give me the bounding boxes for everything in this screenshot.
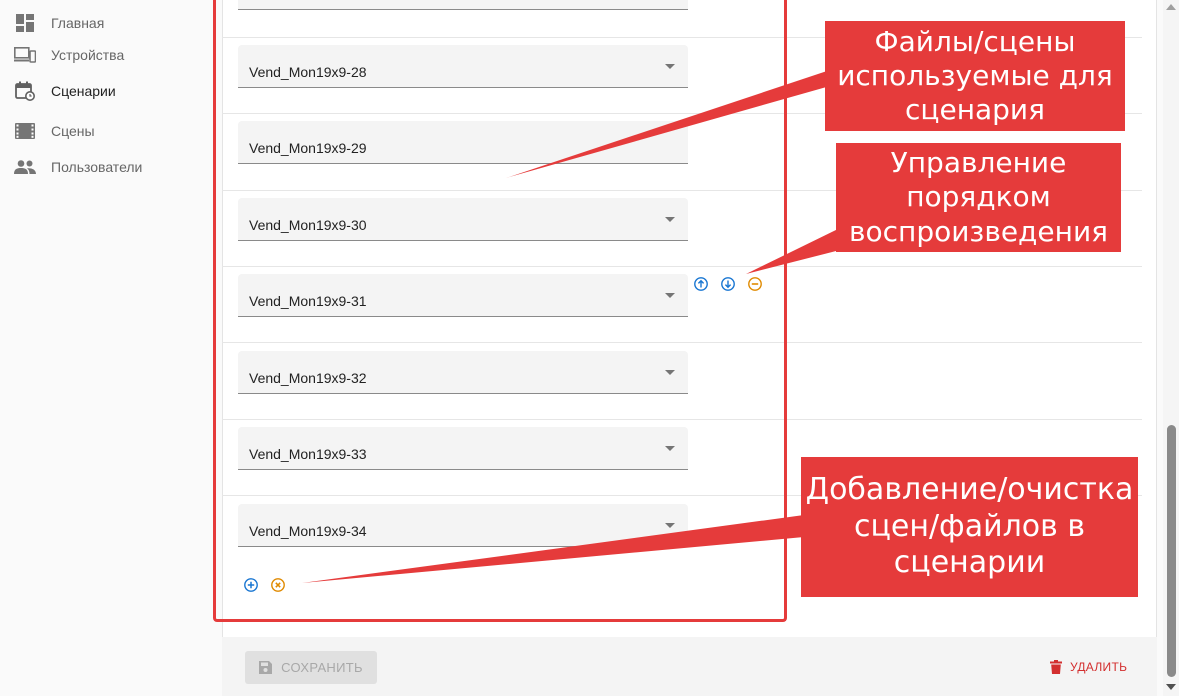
annotation-order: Управление порядком воспроизведения [836, 143, 1121, 252]
callout-pointer [302, 515, 804, 583]
callout-pointer [746, 228, 840, 274]
annotation-text: Файлы/сцены используемые для сценария [837, 24, 1113, 127]
callout-pointer [506, 70, 830, 178]
annotation-text: Управление порядком воспроизведения [849, 146, 1108, 248]
annotation-text: Добавление/очистка сцен/файлов в сценари… [805, 472, 1134, 581]
annotation-add-clear: Добавление/очистка сцен/файлов в сценари… [801, 457, 1138, 597]
annotation-files: Файлы/сцены используемые для сценария [825, 21, 1125, 131]
